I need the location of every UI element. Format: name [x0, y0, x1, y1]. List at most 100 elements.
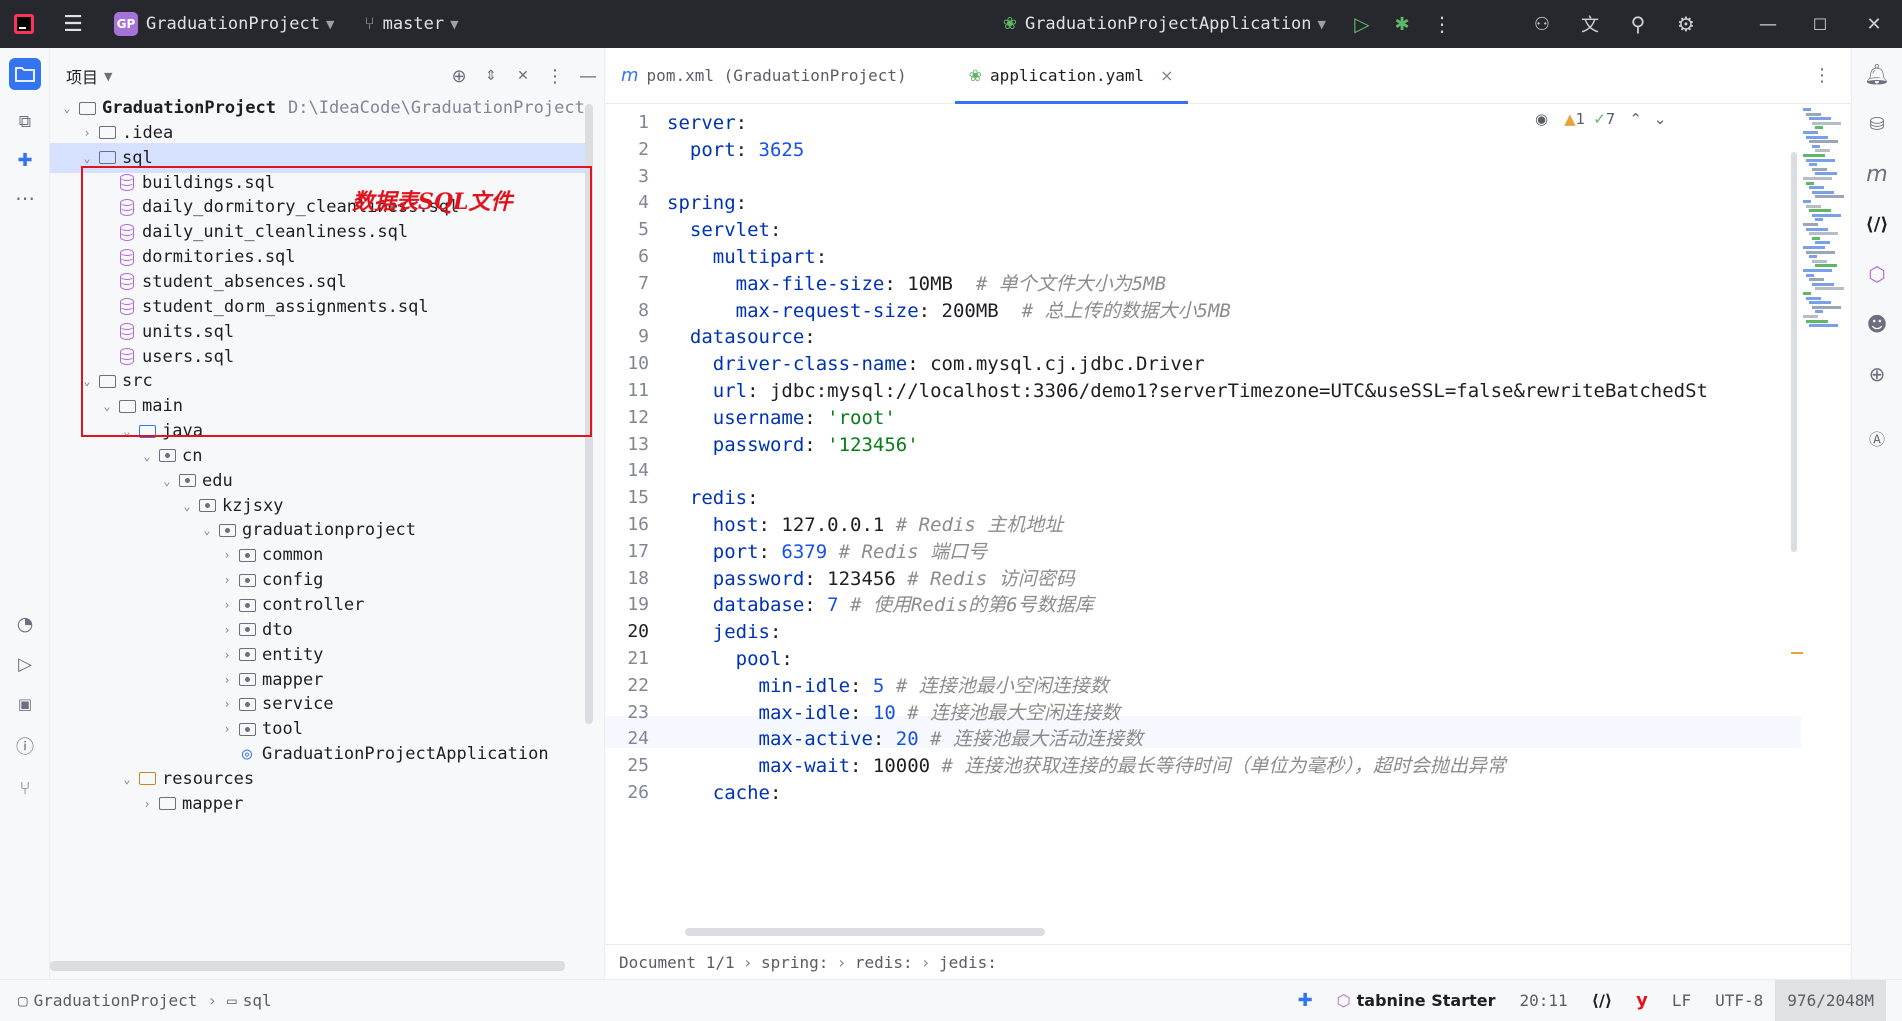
code-line[interactable]: max-wait: 10000 # 连接池获取连接的最长等待时间（单位为毫秒），… [667, 750, 1506, 782]
project-view-icon[interactable] [9, 58, 41, 90]
line-separator[interactable]: LF [1660, 980, 1703, 1021]
translation-panel-icon[interactable]: Ⓐ [1861, 422, 1893, 454]
code-content[interactable]: server: port: 3625 spring: servlet: multi… [667, 104, 1801, 944]
tab-options-icon[interactable]: ⋮ [1813, 65, 1831, 86]
add-user-icon[interactable]: ⚇ [1522, 0, 1562, 48]
chevron-down-icon[interactable]: ⌄ [118, 772, 136, 786]
editor-horizontal-scrollbar[interactable] [685, 928, 1045, 936]
tab-pom-xml[interactable]: m pom.xml (GraduationProject) [607, 48, 921, 104]
tree-item[interactable]: › mapper [50, 789, 590, 819]
terminal-icon[interactable]: ▣ [9, 688, 41, 720]
app-logo-icon [0, 0, 48, 48]
chevron-down-icon[interactable]: ⌄ [178, 499, 196, 513]
status-path[interactable]: ▢ GraduationProject › ▭ sql [0, 980, 284, 1021]
tabnine-icon[interactable]: ✚ [9, 144, 41, 176]
tree-horizontal-scrollbar[interactable] [50, 961, 565, 971]
panel-title[interactable]: 项目 [66, 64, 98, 88]
git-icon[interactable]: ⑂ [9, 772, 41, 804]
ai-assistant-icon[interactable]: ⬡ [1861, 258, 1893, 290]
breadcrumb-item[interactable]: Document 1/1 [619, 953, 735, 972]
hide-panel-icon[interactable]: — [571, 66, 605, 87]
chevron-down-icon[interactable]: ▼ [104, 70, 112, 83]
minimap-line [1815, 241, 1830, 245]
code-line[interactable]: password: '123456' [667, 429, 919, 461]
reader-mode-icon[interactable]: ◉ [1535, 110, 1548, 128]
yaml-key: max-file-size [667, 272, 885, 295]
tabnine-status[interactable]: ⬡ tabnine Starter [1325, 980, 1508, 1021]
breadcrumb-item[interactable]: jedis: [939, 953, 997, 972]
status-path-folder[interactable]: sql [243, 991, 272, 1010]
endpoints-status-icon[interactable]: ⟨/⟩ [1580, 980, 1624, 1021]
breadcrumb-item[interactable]: redis: [855, 953, 913, 972]
run-tool-icon[interactable]: ▷ [9, 648, 41, 680]
file-encoding[interactable]: UTF-8 [1703, 980, 1775, 1021]
editor-vertical-scrollbar[interactable] [1791, 152, 1797, 552]
chevron-down-icon[interactable]: ⌄ [58, 101, 76, 115]
yaml-key: host [667, 514, 759, 536]
web-globe-icon[interactable]: ⊕ [1861, 358, 1893, 390]
more-actions-icon[interactable]: ⋮ [1422, 0, 1462, 48]
options-icon[interactable]: ⋮ [539, 66, 571, 87]
tree-item-label: sql [122, 147, 153, 168]
main-menu-icon[interactable]: ☰ [48, 0, 98, 48]
yaml-value: : [804, 406, 828, 429]
breadcrumb-item[interactable]: spring: [761, 953, 828, 972]
chevron-right-icon[interactable]: › [218, 623, 236, 637]
notifications-bell-icon[interactable]: 🔔︎ [1861, 58, 1893, 90]
inspection-widget[interactable]: ◉ ▲ 1 ✓ 7 ⌃ ⌄ [1535, 106, 1667, 132]
code-minimap[interactable] [1801, 104, 1851, 404]
run-icon[interactable]: ▷ [1342, 0, 1382, 48]
yaml-plugin-icon[interactable]: y [1624, 980, 1660, 1021]
locate-icon[interactable]: ⊕ [443, 66, 475, 87]
chevron-right-icon[interactable]: › [218, 648, 236, 662]
tabnine-status-icon[interactable]: ✚ [1286, 980, 1325, 1021]
chevron-right-icon[interactable]: › [218, 548, 236, 562]
warning-stripe-marker[interactable] [1791, 652, 1803, 654]
code-line[interactable]: port: 3625 [667, 134, 804, 166]
chevron-right-icon[interactable]: › [78, 126, 96, 140]
endpoints-icon[interactable]: ⟨/⟩ [1861, 208, 1893, 240]
branch-switcher[interactable]: ⑂ master ▼ [364, 0, 458, 48]
editor-tabs: m pom.xml (GraduationProject) ❀ applicat… [605, 48, 1851, 104]
debug-icon[interactable]: ✱ [1382, 0, 1422, 48]
copilot-icon[interactable]: ☻ [1861, 308, 1893, 340]
project-switcher[interactable]: GP GraduationProject ▼ [108, 0, 340, 48]
problems-icon[interactable]: ⓘ [9, 730, 41, 762]
search-icon[interactable]: ⚲ [1618, 0, 1658, 48]
chevron-down-icon[interactable]: ⌄ [78, 151, 96, 165]
memory-indicator[interactable]: 976/2048M [1775, 979, 1886, 1021]
chevron-down-icon[interactable]: ⌄ [198, 523, 216, 537]
chevron-right-icon[interactable]: › [218, 673, 236, 687]
chevron-up-icon[interactable]: ⌃ [1629, 110, 1642, 128]
code-line[interactable]: cache: [667, 777, 782, 809]
more-tools-icon[interactable]: ⋯ [9, 182, 41, 214]
chevron-down-icon[interactable]: ⌄ [138, 449, 156, 463]
chevron-right-icon[interactable]: › [218, 722, 236, 736]
editor-breadcrumb: Document 1/1 › spring: › redis: › jedis: [605, 944, 1851, 979]
structure-icon[interactable]: ⧉ [9, 106, 41, 138]
status-path-project[interactable]: GraduationProject [34, 991, 198, 1010]
close-window-icon[interactable]: ✕ [1846, 0, 1902, 48]
folder-icon [156, 795, 178, 813]
minimap-line [1809, 117, 1831, 121]
minimize-icon[interactable]: — [1742, 0, 1794, 48]
cursor-position[interactable]: 20:11 [1507, 980, 1579, 1021]
settings-gear-icon[interactable]: ⚙ [1666, 0, 1706, 48]
chevron-down-icon[interactable]: ⌄ [158, 474, 176, 488]
right-tool-strip: 🔔︎ ⛁ m ⟨/⟩ ⬡ ☻ ⊕ Ⓐ [1851, 48, 1902, 979]
chevron-right-icon[interactable]: › [138, 797, 156, 811]
run-config-selector[interactable]: ❀ GraduationProjectApplication ▼ [1003, 0, 1326, 48]
chevron-right-icon[interactable]: › [218, 573, 236, 587]
services-icon[interactable]: ◔ [9, 608, 41, 640]
database-icon[interactable]: ⛁ [1861, 108, 1893, 140]
expand-all-icon[interactable]: ⇕ [475, 68, 507, 84]
close-tab-icon[interactable]: × [1160, 66, 1173, 85]
chevron-right-icon[interactable]: › [218, 598, 236, 612]
translate-icon[interactable]: 文 [1570, 0, 1610, 48]
chevron-right-icon[interactable]: › [218, 697, 236, 711]
maximize-icon[interactable]: ☐ [1794, 0, 1846, 48]
chevron-down-icon[interactable]: ⌄ [1654, 110, 1667, 128]
tab-application-yaml[interactable]: ❀ application.yaml × [954, 48, 1188, 104]
maven-icon[interactable]: m [1861, 158, 1893, 190]
collapse-all-icon[interactable]: ✕ [507, 68, 539, 84]
